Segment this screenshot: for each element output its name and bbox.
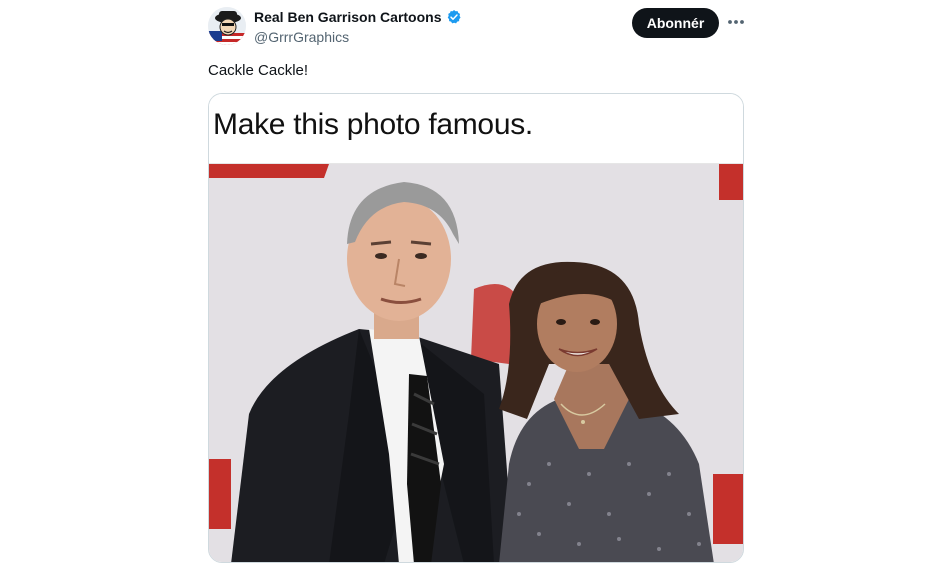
meme-caption-band: Make this photo famous.	[209, 94, 743, 164]
tweet-card: Real Ben Garrison Cartoons @GrrrGraphics…	[0, 0, 950, 570]
tweet-text: Cackle Cackle!	[208, 62, 309, 79]
author-display-name[interactable]: Real Ben Garrison Cartoons	[254, 8, 442, 26]
author-block: Real Ben Garrison Cartoons @GrrrGraphics	[254, 8, 462, 46]
cartoon-avatar-icon	[208, 7, 246, 45]
meme-caption: Make this photo famous.	[213, 108, 533, 141]
follow-button[interactable]: Abonnér	[632, 8, 719, 38]
author-handle[interactable]: @GrrrGraphics	[254, 28, 462, 46]
author-avatar[interactable]	[208, 7, 246, 45]
photo-image	[209, 164, 743, 562]
verified-badge-icon	[446, 9, 462, 25]
author-name-row: Real Ben Garrison Cartoons	[254, 8, 462, 26]
more-options-icon[interactable]	[724, 10, 748, 34]
tweet-media[interactable]: Make this photo famous.	[208, 93, 744, 563]
